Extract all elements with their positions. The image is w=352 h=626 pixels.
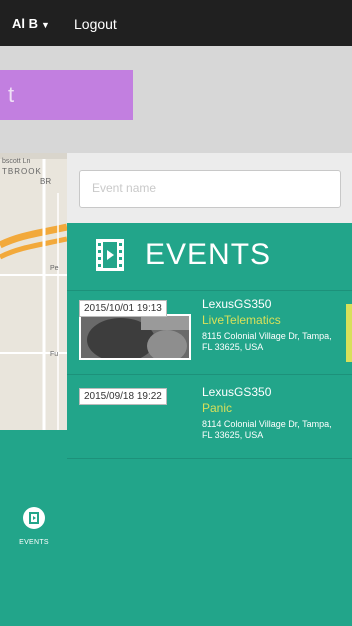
event-address: 8115 Colonial Village Dr, Tampa, FL 3362…: [202, 331, 332, 352]
nav-events-label: EVENTS: [19, 539, 49, 546]
top-navbar: Al B ▼ Logout: [0, 0, 352, 46]
event-timestamp: 2015/09/18 19:22: [79, 388, 167, 405]
events-title: EVENTS: [145, 238, 272, 271]
map-label: Pe: [50, 265, 59, 272]
map-label: BR: [40, 177, 52, 186]
logout-link[interactable]: Logout: [74, 16, 117, 32]
event-vehicle: LexusGS350: [202, 297, 272, 311]
events-nav-icon: [23, 507, 45, 529]
event-address: 8114 Colonial Village Dr, Tampa, FL 3362…: [202, 419, 332, 440]
caret-down-icon: ▼: [41, 20, 50, 30]
event-list-item[interactable]: 2015/09/18 19:22 LexusGS350 Panic 8114 C…: [67, 382, 352, 462]
divider: [67, 290, 352, 291]
map-label: bscott Ln: [2, 158, 31, 165]
user-menu[interactable]: Al B ▼: [12, 16, 50, 31]
divider: [67, 374, 352, 375]
map-label: Fu: [50, 351, 59, 358]
purple-banner-button[interactable]: t: [0, 70, 133, 120]
event-timestamp: 2015/10/01 19:13: [79, 300, 167, 317]
video-thumbnail-image: [81, 316, 189, 358]
selected-indicator: [346, 304, 352, 362]
event-type: LiveTelematics: [202, 313, 281, 327]
map-label: TBROOK: [2, 167, 42, 176]
film-icon: [96, 239, 124, 271]
event-search-input[interactable]: Event name: [79, 170, 341, 208]
divider: [67, 458, 352, 459]
event-list-item[interactable]: 2015/10/01 19:13 LexusGS350 LiveTelemati…: [67, 294, 352, 374]
map-view[interactable]: bscott Ln TBROOK BR Pe Fu: [0, 153, 67, 430]
user-name: Al B: [12, 16, 38, 31]
map-graphic: [0, 153, 67, 430]
event-vehicle: LexusGS350: [202, 385, 272, 399]
banner-text: t: [8, 82, 15, 107]
event-thumbnail[interactable]: [79, 314, 191, 360]
nav-events-button[interactable]: EVENTS: [14, 506, 54, 546]
event-type: Panic: [202, 401, 233, 415]
